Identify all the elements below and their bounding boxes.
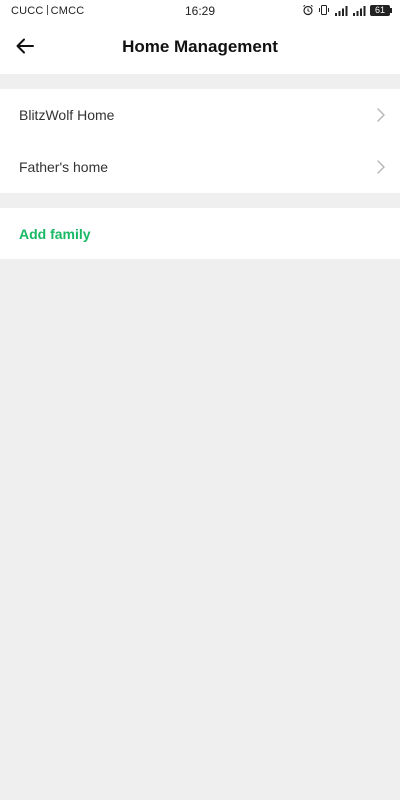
add-family-card: Add family [0,208,400,259]
status-icons: 61 [302,4,392,16]
status-bar: CUCC CMCC 16:29 61 [0,0,400,22]
chevron-right-icon [377,108,385,127]
homes-list: BlitzWolf Home Father's home [0,89,400,193]
alarm-icon [302,4,314,16]
app-bar: Home Management [0,22,400,74]
vibrate-icon [318,4,330,16]
battery-indicator: 61 [370,4,392,16]
list-item-home[interactable]: BlitzWolf Home [0,89,400,141]
chevron-right-icon [377,160,385,179]
home-label: Father's home [19,159,109,175]
signal-icon [334,5,348,16]
signal-icon [352,5,366,16]
home-label: BlitzWolf Home [19,107,115,123]
list-item-home[interactable]: Father's home [0,141,400,193]
add-family-button[interactable]: Add family [19,226,91,242]
page-title: Home Management [122,37,278,56]
